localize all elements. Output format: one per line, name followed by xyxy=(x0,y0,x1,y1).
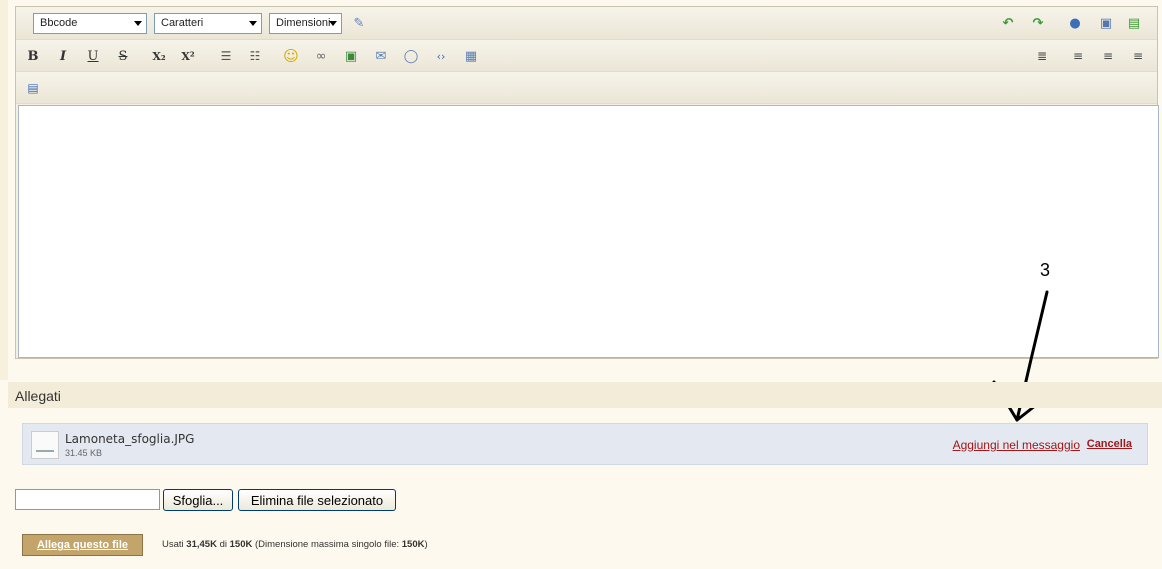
subscript-button[interactable]: X₂ xyxy=(149,47,169,65)
attachments-header-bar xyxy=(8,382,1162,408)
quota-total: 150K xyxy=(229,539,253,550)
quota-max-prefix: (Dimensione massima singolo file: xyxy=(252,539,402,550)
quote-icon[interactable]: ◯ xyxy=(401,47,421,65)
email-icon[interactable]: ✉ xyxy=(371,47,391,65)
numbered-list-icon[interactable]: ☷ xyxy=(245,47,265,65)
source-mode-icon[interactable]: ▤ xyxy=(23,79,43,97)
file-path-input[interactable] xyxy=(15,489,160,510)
media-icon[interactable]: ▦ xyxy=(461,47,481,65)
attachments-title: Allegati xyxy=(15,388,61,404)
chevron-down-icon xyxy=(134,21,142,26)
underline-button[interactable]: U xyxy=(83,47,103,65)
italic-button[interactable]: I xyxy=(53,47,73,65)
editor-toolbar-extra: ▤ xyxy=(16,72,1157,104)
indent-icon[interactable]: ≣ xyxy=(1032,47,1052,65)
smiley-icon[interactable]: ☺ xyxy=(281,47,301,65)
help-icon[interactable]: ● xyxy=(1065,14,1085,32)
attachment-thumbnail xyxy=(31,431,59,459)
redo-icon[interactable]: ↷ xyxy=(1028,14,1048,32)
save-draft-icon[interactable]: ▣ xyxy=(1096,14,1116,32)
bbcode-select-value: Bbcode xyxy=(40,17,78,29)
message-textarea[interactable] xyxy=(18,105,1159,358)
undo-icon[interactable]: ↶ xyxy=(998,14,1018,32)
attachment-row: Lamoneta_sfoglia.JPG 31.45 KB Aggiungi n… xyxy=(22,423,1148,465)
link-icon[interactable]: ∞ xyxy=(311,47,331,65)
strikethrough-button[interactable]: S xyxy=(113,47,133,65)
bbcode-select[interactable]: Bbcode xyxy=(33,13,147,34)
font-select-value: Caratteri xyxy=(161,17,204,29)
quota-prefix: Usati xyxy=(162,539,187,550)
chevron-down-icon xyxy=(329,21,337,26)
annotation-number: 3 xyxy=(1040,260,1051,280)
font-select[interactable]: Caratteri xyxy=(154,13,262,34)
editor-toolbar-top: Bbcode Caratteri Dimensioni ✎ ↶ ↷ ● ▣ ▤ xyxy=(16,7,1157,40)
add-to-message-link[interactable]: Aggiungi nel messaggio xyxy=(953,438,1080,452)
bbcode-editor: Bbcode Caratteri Dimensioni ✎ ↶ ↷ ● ▣ ▤ … xyxy=(15,6,1159,359)
attach-file-button[interactable]: Allega questo file xyxy=(22,534,143,556)
quota-suffix: ) xyxy=(424,539,428,550)
superscript-button[interactable]: X² xyxy=(178,47,198,65)
attachment-filesize: 31.45 KB xyxy=(65,448,103,458)
quota-max: 150K xyxy=(401,539,425,550)
left-margin xyxy=(0,0,8,380)
cancel-attachment-link[interactable]: Cancella xyxy=(1087,438,1132,450)
size-select[interactable]: Dimensioni xyxy=(269,13,342,34)
format-wand-icon[interactable]: ✎ xyxy=(349,14,369,32)
image-icon[interactable]: ▣ xyxy=(341,47,361,65)
align-center-icon[interactable]: ≡ xyxy=(1098,47,1118,65)
code-icon[interactable]: ‹› xyxy=(431,47,451,65)
quota-used: 31,45K xyxy=(186,539,217,550)
align-right-icon[interactable]: ≡ xyxy=(1128,47,1148,65)
editor-toolbar-format: B I U S X₂ X² ☰ ☷ ☺ ∞ ▣ ✉ ◯ ‹› ▦ ≣ ≡ ≡ ≡ xyxy=(16,40,1157,72)
browse-button[interactable]: Sfoglia... xyxy=(163,489,233,511)
size-select-value: Dimensioni xyxy=(276,17,331,29)
load-draft-icon[interactable]: ▤ xyxy=(1124,14,1144,32)
attachment-filename: Lamoneta_sfoglia.JPG xyxy=(65,432,195,446)
bold-button[interactable]: B xyxy=(23,47,43,65)
delete-selected-file-button[interactable]: Elimina file selezionato xyxy=(238,489,396,511)
attachment-quota-text: Usati 31,45K di 150K (Dimensione massima… xyxy=(162,539,428,550)
quota-of: di xyxy=(216,539,230,550)
bullet-list-icon[interactable]: ☰ xyxy=(216,47,236,65)
chevron-down-icon xyxy=(249,21,257,26)
align-left-icon[interactable]: ≡ xyxy=(1068,47,1088,65)
